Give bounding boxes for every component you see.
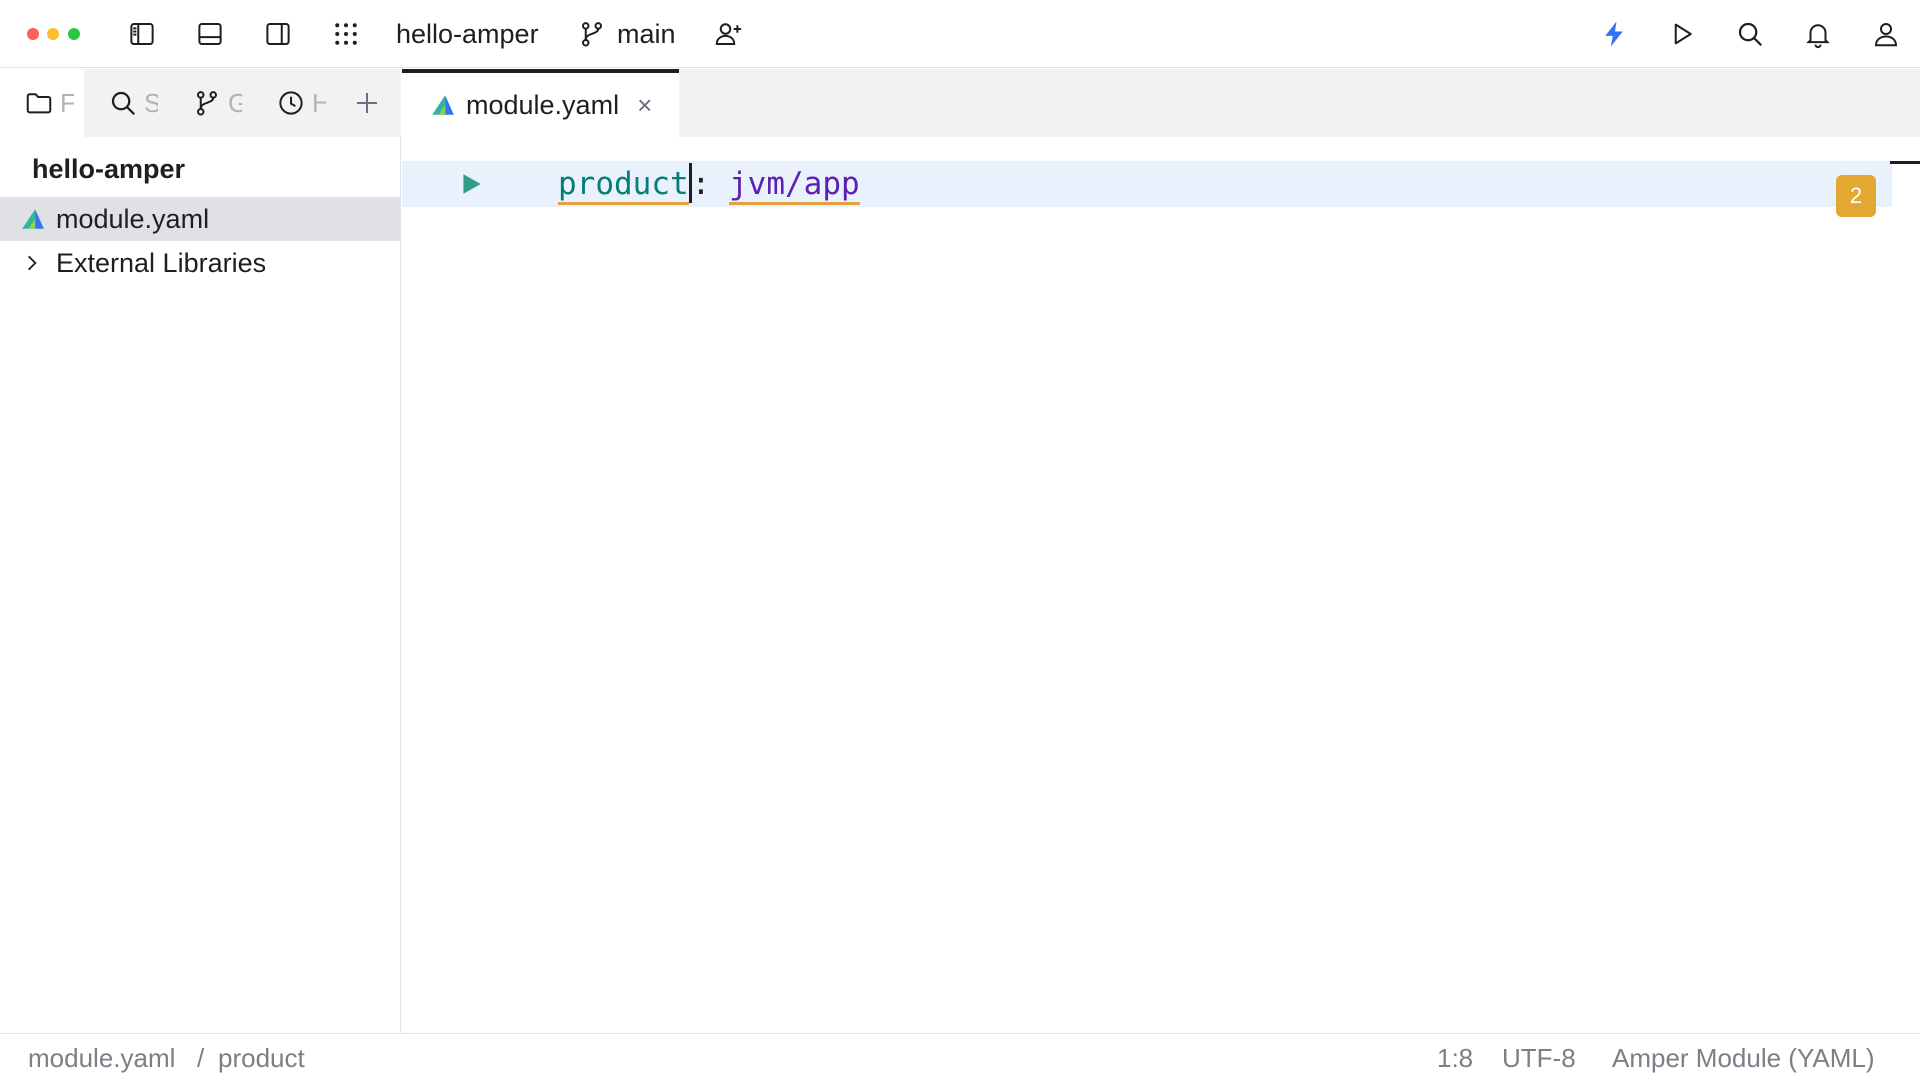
run-icon[interactable] [1662,14,1702,54]
tab-module-yaml[interactable]: module.yaml × [402,69,679,137]
amper-file-icon [432,95,454,115]
yaml-value: jvm/app [729,166,860,205]
tab-files[interactable]: Files [24,83,74,123]
search-icon [111,91,136,116]
zoom-window-button[interactable] [68,28,80,40]
project-root[interactable]: hello-amper [32,152,185,186]
tab-label: module.yaml [466,90,620,120]
git-branch-icon [573,14,611,54]
breadcrumb-file[interactable]: module.yaml [28,1041,175,1075]
code-editor[interactable]: product: jvm/app 2 [402,137,1920,1033]
lightning-icon[interactable] [1594,14,1634,54]
right-sidebar-toggle-icon[interactable] [258,14,298,54]
tab-files-label: Files [60,87,74,118]
tab-history-label: History [312,87,326,118]
plus-icon [357,93,377,113]
yaml-key: product [558,166,689,205]
profile-icon[interactable] [1866,14,1906,54]
history-icon [279,91,303,115]
breadcrumb-separator: / [197,1043,205,1073]
git-branch-icon [197,91,218,116]
cursor-position[interactable]: 1:8 [1437,1041,1473,1075]
project-name[interactable]: hello-amper [396,17,539,51]
chevron-right-icon[interactable] [22,253,42,273]
close-tab-icon[interactable]: × [637,90,652,121]
scroll-marker [1890,161,1920,164]
problems-badge[interactable]: 2 [1836,175,1876,217]
status-bar: module.yaml / product 1:8 UTF-8 Amper Mo… [0,1033,1920,1080]
tree-item-label: External Libraries [56,248,267,278]
breadcrumb-item[interactable]: product [218,1041,305,1075]
folder-icon [26,93,52,114]
search-icon[interactable] [1730,14,1770,54]
amper-file-icon [22,209,44,229]
tree-item-label: module.yaml [56,204,210,234]
project-tool-window: Files Search Git History hello-amper mod… [0,69,401,1033]
file-encoding[interactable]: UTF-8 [1502,1041,1576,1075]
tab-git-label: Git [228,87,242,118]
tab-git[interactable]: Git [192,83,242,123]
title-bar: hello-amper main [0,0,1920,68]
close-window-button[interactable] [27,28,39,40]
bell-icon[interactable] [1798,14,1838,54]
tab-search[interactable]: Search [108,83,158,123]
branch-name[interactable]: main [617,17,676,51]
run-gutter-icon[interactable] [458,171,484,197]
editor-tabs: module.yaml × [402,69,1920,137]
add-tab-button[interactable] [352,83,382,123]
yaml-colon: : [691,166,711,202]
add-collaborator-icon[interactable] [708,14,748,54]
apps-grid-icon[interactable] [326,14,366,54]
left-sidebar-toggle-icon[interactable] [122,14,162,54]
tab-search-label: Search [144,87,158,118]
tree-item-module-yaml[interactable]: module.yaml [0,197,400,241]
tree-item-external-libraries[interactable]: External Libraries [0,241,400,285]
bottom-panel-toggle-icon[interactable] [190,14,230,54]
code-line-1[interactable]: product: jvm/app [558,162,860,205]
tab-history[interactable]: History [276,83,326,123]
minimize-window-button[interactable] [47,28,59,40]
tool-window-tabs: Files Search Git History [0,69,401,137]
file-type[interactable]: Amper Module (YAML) [1612,1041,1875,1075]
